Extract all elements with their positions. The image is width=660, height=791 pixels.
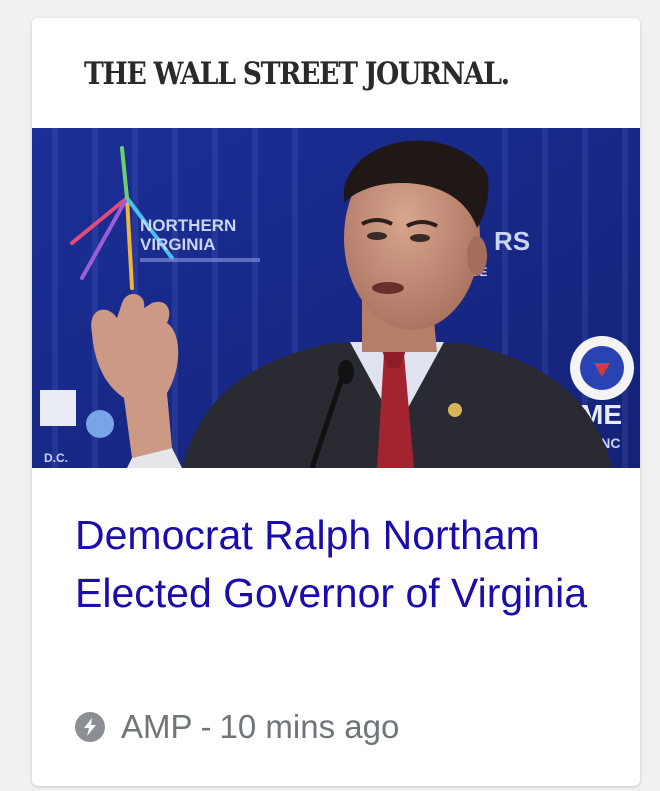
svg-text:RS: RS xyxy=(494,226,530,256)
article-thumbnail[interactable]: NORTHERN VIRGINIA RS NCE ME RANC D.C. xyxy=(32,128,640,468)
svg-text:D.C.: D.C. xyxy=(44,451,68,465)
thumbnail-photo: NORTHERN VIRGINIA RS NCE ME RANC D.C. xyxy=(32,128,640,468)
svg-text:VIRGINIA: VIRGINIA xyxy=(140,235,216,254)
article-headline-link[interactable]: Democrat Ralph Northam Elected Governor … xyxy=(75,506,615,622)
svg-text:NORTHERN: NORTHERN xyxy=(140,216,236,235)
article-time: 10 mins ago xyxy=(219,708,400,745)
publisher-logo: THE WALL STREET JOURNAL. xyxy=(84,56,510,92)
amp-lightning-icon xyxy=(75,712,105,742)
news-card[interactable]: THE WALL STREET JOURNAL. NORTHERN VIRGIN… xyxy=(32,18,640,786)
article-meta: AMP - 10 mins ago xyxy=(75,708,399,746)
publisher-header: THE WALL STREET JOURNAL. xyxy=(32,18,640,128)
amp-label: AMP xyxy=(121,708,193,745)
meta-separator: - xyxy=(200,708,212,745)
